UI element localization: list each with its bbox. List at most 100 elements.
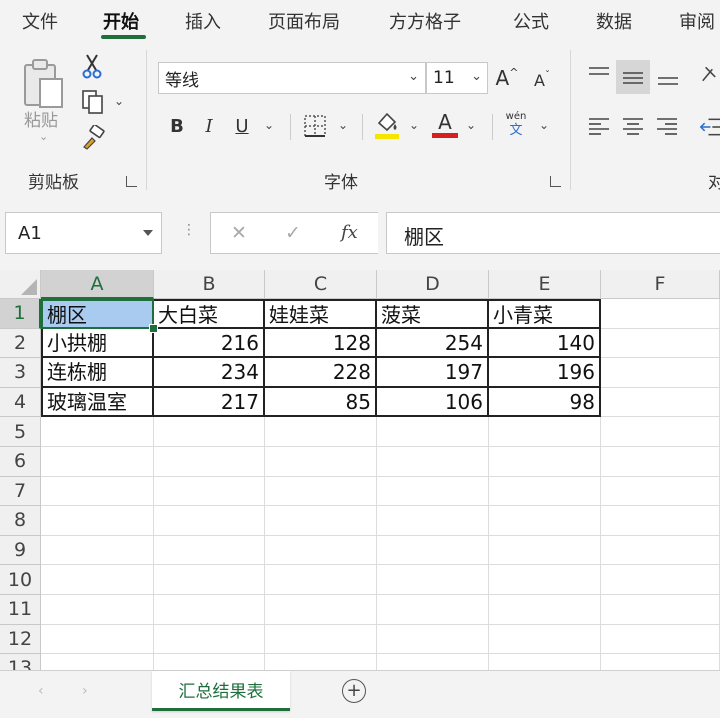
cell-c5[interactable] [265, 417, 377, 447]
row-header-8[interactable]: 8 [0, 506, 41, 536]
cell-f3[interactable] [601, 358, 720, 388]
cell-b7[interactable] [154, 476, 265, 507]
copy-dropdown-icon[interactable]: ⌄ [114, 94, 124, 108]
cell-e13[interactable] [489, 654, 601, 670]
orientation-button[interactable] [697, 60, 720, 90]
cell-f6[interactable] [601, 447, 720, 477]
cell-b6[interactable] [154, 447, 265, 477]
font-size-dropdown-icon[interactable]: ⌄ [471, 69, 482, 84]
align-top-button[interactable] [584, 60, 614, 90]
row-header-6[interactable]: 6 [0, 447, 41, 477]
tab-data[interactable]: 数据 [596, 8, 632, 34]
cell-c13[interactable] [265, 654, 377, 670]
decrease-font-size-icon[interactable]: Aˇ [528, 66, 556, 94]
font-launcher-icon[interactable] [550, 176, 561, 187]
cell-d13[interactable] [377, 654, 489, 670]
cell-e12[interactable] [489, 624, 601, 655]
cell-e1[interactable]: 小青菜 [489, 299, 601, 329]
font-name-box[interactable]: 等线 ⌄ [158, 62, 426, 94]
cell-b4[interactable]: 217 [154, 387, 265, 418]
cell-c12[interactable] [265, 624, 377, 655]
cell-e3[interactable]: 196 [489, 358, 601, 388]
row-header-3[interactable]: 3 [0, 358, 41, 388]
phonetic-dropdown-icon[interactable]: ⌄ [539, 118, 549, 132]
cell-d10[interactable] [377, 565, 489, 595]
cell-a7[interactable] [41, 476, 154, 507]
name-box[interactable]: A1 [5, 212, 162, 254]
cell-f12[interactable] [601, 624, 720, 655]
underline-button[interactable]: U [229, 112, 255, 140]
tab-review[interactable]: 审阅 [679, 8, 715, 34]
cell-c1[interactable]: 娃娃菜 [265, 299, 377, 329]
sheet-tab-active[interactable]: 汇总结果表 [152, 671, 290, 711]
cell-a13[interactable] [41, 654, 154, 670]
name-box-dropdown-icon[interactable] [143, 230, 153, 237]
enter-icon[interactable]: ✓ [285, 222, 301, 244]
cell-c3[interactable]: 228 [265, 358, 377, 388]
cell-c4[interactable]: 85 [265, 387, 377, 418]
row-header-1[interactable]: 1 [0, 299, 41, 329]
borders-button[interactable] [300, 112, 330, 140]
cell-f10[interactable] [601, 565, 720, 595]
cell-f8[interactable] [601, 506, 720, 536]
column-header-c[interactable]: C [265, 270, 377, 299]
cell-d12[interactable] [377, 624, 489, 655]
cell-c8[interactable] [265, 506, 377, 536]
tab-page-layout[interactable]: 页面布局 [268, 8, 340, 34]
italic-button[interactable]: I [196, 112, 222, 140]
column-header-b[interactable]: B [154, 270, 265, 299]
add-sheet-button[interactable]: + [342, 679, 366, 703]
formula-bar-drag-handle[interactable]: ⋮ [182, 222, 196, 238]
cell-f9[interactable] [601, 535, 720, 566]
copy-button[interactable] [78, 88, 108, 116]
font-size-box[interactable]: 11 ⌄ [426, 62, 488, 94]
cell-e4[interactable]: 98 [489, 387, 601, 418]
align-bottom-button[interactable] [653, 60, 683, 94]
cell-d7[interactable] [377, 476, 489, 507]
align-left-button[interactable] [584, 112, 614, 142]
cell-c11[interactable] [265, 595, 377, 625]
cell-d4[interactable]: 106 [377, 387, 489, 418]
cell-b8[interactable] [154, 506, 265, 536]
row-header-5[interactable]: 5 [0, 417, 41, 447]
cell-a11[interactable] [41, 595, 154, 625]
cell-b13[interactable] [154, 654, 265, 670]
cell-b9[interactable] [154, 535, 265, 566]
cell-d8[interactable] [377, 506, 489, 536]
font-color-button[interactable]: A [430, 108, 460, 142]
cell-d5[interactable] [377, 417, 489, 447]
row-header-11[interactable]: 11 [0, 595, 41, 625]
cell-f2[interactable] [601, 328, 720, 359]
column-header-e[interactable]: E [489, 270, 601, 299]
align-center-button[interactable] [618, 112, 648, 142]
cell-e6[interactable] [489, 447, 601, 477]
cell-a12[interactable] [41, 624, 154, 655]
scroll-left-icon[interactable]: ‹ [38, 683, 44, 699]
bold-button[interactable]: B [164, 112, 190, 140]
decrease-indent-button[interactable] [697, 112, 720, 142]
clipboard-launcher-icon[interactable] [126, 176, 137, 187]
cell-c7[interactable] [265, 476, 377, 507]
row-header-2[interactable]: 2 [0, 328, 41, 359]
cell-b11[interactable] [154, 595, 265, 625]
tab-formulas[interactable]: 公式 [513, 8, 549, 34]
cell-e2[interactable]: 140 [489, 328, 601, 359]
formula-input[interactable]: 棚区 [386, 212, 720, 254]
insert-function-icon[interactable]: fx [341, 222, 358, 243]
cell-b10[interactable] [154, 565, 265, 595]
tab-home[interactable]: 开始 [103, 8, 139, 34]
font-name-dropdown-icon[interactable]: ⌄ [408, 69, 419, 84]
cell-d1[interactable]: 菠菜 [377, 299, 489, 329]
phonetic-guide-button[interactable]: wén 文 [502, 108, 530, 142]
cell-a2[interactable]: 小拱棚 [41, 328, 154, 359]
row-header-4[interactable]: 4 [0, 387, 41, 418]
tab-fangfang[interactable]: 方方格子 [389, 8, 461, 34]
cell-f7[interactable] [601, 476, 720, 507]
tab-insert[interactable]: 插入 [185, 8, 221, 34]
row-header-10[interactable]: 10 [0, 565, 41, 595]
cell-b1[interactable]: 大白菜 [154, 299, 265, 329]
fill-color-button[interactable] [372, 108, 402, 142]
cell-a3[interactable]: 连栋棚 [41, 358, 154, 388]
column-header-f[interactable]: F [601, 270, 720, 299]
row-header-13[interactable]: 13 [0, 654, 41, 670]
